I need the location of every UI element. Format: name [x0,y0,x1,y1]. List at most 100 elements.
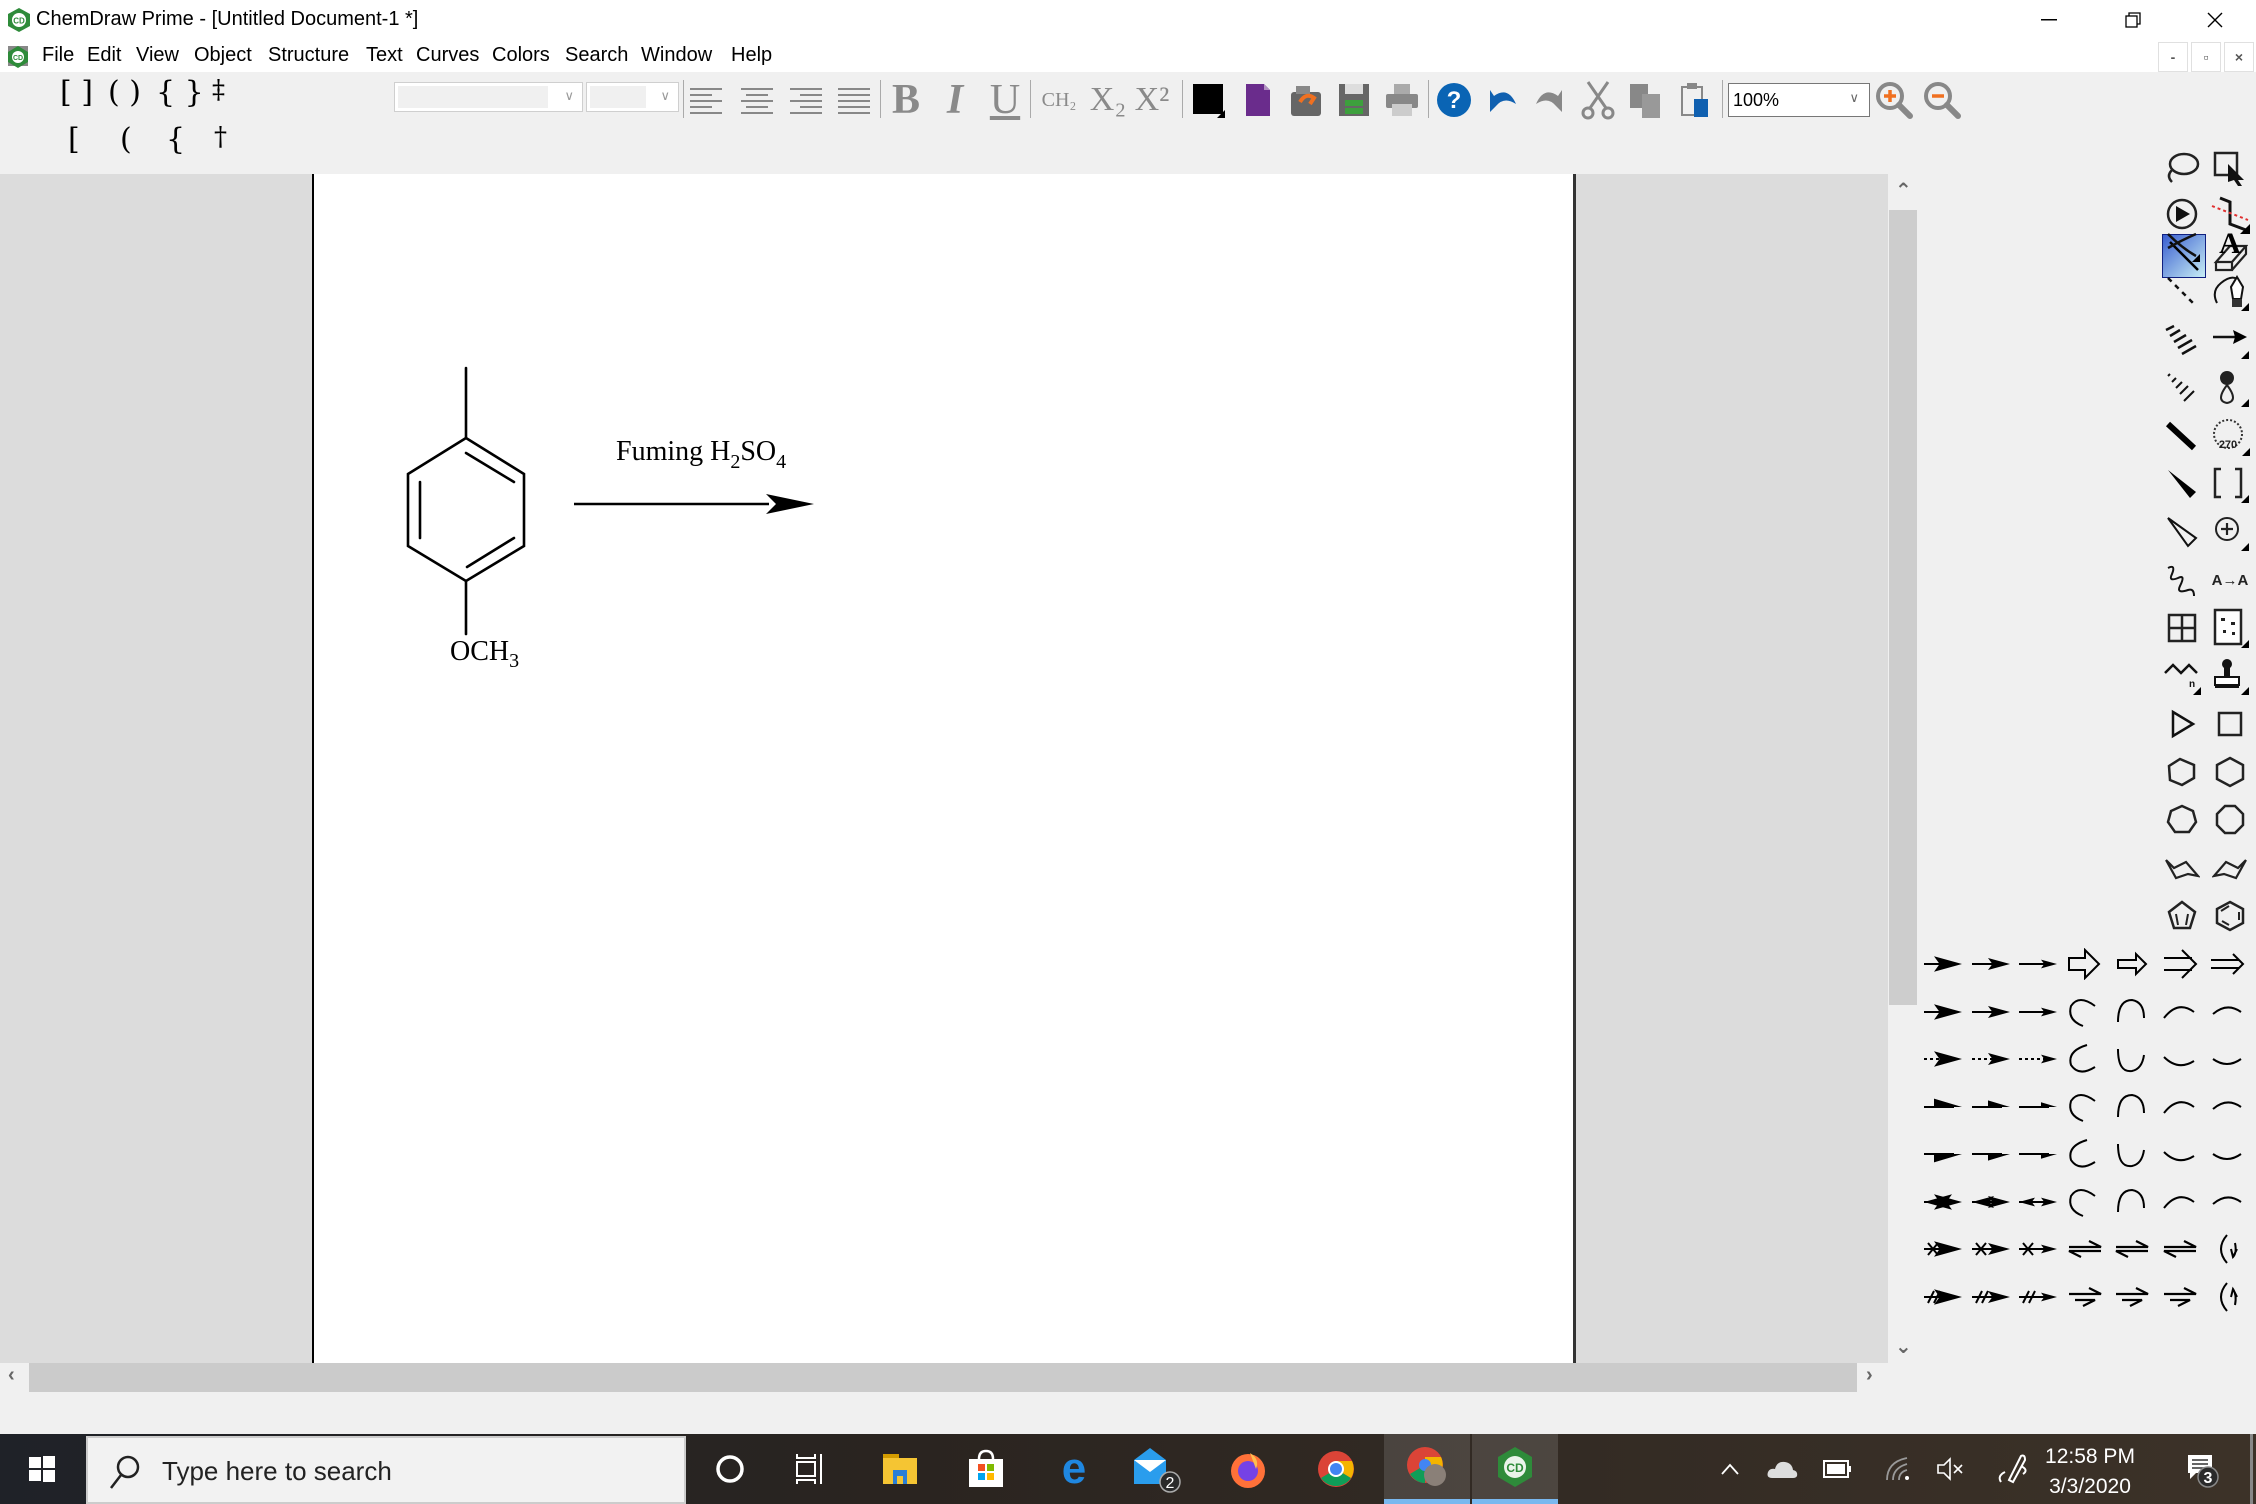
tool-charge[interactable] [2208,510,2252,554]
tool-cyclopentane[interactable] [2160,750,2204,794]
tool-half-arrow-top-large[interactable] [1920,1085,1966,1129]
tool-dashed-arrow-large[interactable] [1920,1037,1966,1081]
tool-cycloheptane[interactable] [2160,798,2204,842]
align-left-button[interactable] [686,80,726,120]
show-desktop-button[interactable] [2250,1434,2253,1504]
menu-object[interactable]: Object [194,44,252,67]
tool-rotation-arrow-ccw[interactable] [2205,1275,2251,1319]
tool-lasso[interactable] [2160,146,2204,190]
tool-arrow-bold-small[interactable] [2015,990,2061,1034]
tool-half-arrow-bottom-medium[interactable] [1968,1132,2014,1176]
formula-button[interactable]: CH₂ [1036,80,1082,120]
square-brackets-button[interactable]: [ ] [60,75,93,110]
tool-unbalanced-equilibrium-medium[interactable] [2110,1275,2156,1319]
tool-curved-arrow-270-ccw[interactable] [2063,1037,2109,1081]
tool-curved-half-120-ccw[interactable] [2158,1132,2204,1176]
single-brace-button[interactable]: { [166,122,185,157]
tool-hashed-bond[interactable] [2160,318,2204,362]
tool-curved-half-90[interactable] [2205,1085,2251,1129]
braces-button[interactable]: { } [156,75,204,110]
tool-equilibrium-medium[interactable] [2110,1227,2156,1271]
italic-button[interactable]: I [935,77,975,123]
tool-curved-arrow-270[interactable] [2063,990,2109,1034]
tool-curved-half-120[interactable] [2158,1085,2204,1129]
help-button[interactable]: ? [1434,80,1474,120]
tool-half-arrow-bottom-small[interactable] [2015,1132,2061,1176]
cut-button[interactable] [1578,80,1618,120]
tool-acyclic-chain[interactable]: n [2160,654,2204,698]
tool-arrow-full-head[interactable] [1920,942,1966,986]
menu-help[interactable]: Help [731,44,772,67]
menu-window[interactable]: Window [641,44,712,67]
tool-wedge-bond[interactable] [2160,462,2204,506]
tool-retro-arrow-medium[interactable] [1968,1275,2014,1319]
menu-file[interactable]: File [42,44,74,67]
subscript-button[interactable]: X₂ [1086,80,1130,120]
taskbar-clock[interactable]: 12:58 PM 3/3/2020 [2040,1442,2140,1502]
align-center-button[interactable] [737,80,777,120]
action-center-button[interactable]: 3 [2172,1434,2232,1504]
horizontal-scroll-thumb[interactable] [29,1363,1857,1392]
tool-retro-arrow-large[interactable] [1920,1275,1966,1319]
menu-view[interactable]: View [136,44,179,67]
tool-curved-half-90-ccw[interactable] [2205,1132,2251,1176]
undo-button[interactable] [1482,80,1522,120]
tool-half-arrow-top-medium[interactable] [1968,1085,2014,1129]
tool-equilibrium-small[interactable] [2158,1227,2204,1271]
reactant-structure[interactable] [406,366,526,636]
single-parenthesis-button[interactable]: ( [120,122,132,157]
taskbar-firefox[interactable] [1208,1434,1288,1504]
cortana-button[interactable] [690,1434,770,1504]
tool-tlc-plate[interactable] [2208,606,2252,650]
battery-tray-button[interactable] [1816,1434,1860,1504]
vertical-scroll-thumb[interactable] [1889,210,1917,1005]
tool-resonance-arrow-medium[interactable] [1968,1180,2014,1224]
tool-chair-right[interactable] [2208,846,2252,890]
zoom-level-dropdown[interactable]: 100% ∨ [1728,83,1870,117]
tool-brackets[interactable] [2208,462,2252,506]
tool-equilibrium-large[interactable] [2063,1227,2109,1271]
tool-pen[interactable] [2208,270,2252,314]
tool-hashed-wedge[interactable] [2160,366,2204,410]
tool-resonance-arrow-small[interactable] [2015,1180,2061,1224]
taskbar-microsoft-store[interactable] [946,1434,1026,1504]
tool-curved-double-90[interactable] [2205,1180,2251,1224]
document-page[interactable]: OCH3 Fuming H2SO4 [312,174,1576,1363]
tool-curved-double-120[interactable] [2158,1180,2204,1224]
tool-triangle[interactable] [2160,702,2204,746]
tool-curved-half-180-ccw[interactable] [2110,1132,2156,1176]
tool-dashed-arrow-small[interactable] [2015,1037,2061,1081]
taskbar-search-box[interactable]: Type here to search [86,1436,686,1504]
text-color-button[interactable] [1188,80,1228,120]
taskbar-mail[interactable]: 2 [1118,1434,1198,1504]
tool-template-stamp[interactable] [2208,654,2252,698]
parentheses-button[interactable]: ( ) [108,75,141,110]
tool-table[interactable] [2160,606,2204,650]
tool-curved-arrow-90-ccw[interactable] [2205,1037,2251,1081]
menu-curves[interactable]: Curves [416,44,479,67]
show-hidden-icons-button[interactable] [1710,1434,1750,1504]
tool-no-go-arrow-small[interactable] [2015,1227,2061,1271]
document-icon[interactable]: CD [6,44,30,68]
menu-text[interactable]: Text [366,44,403,67]
tool-half-arrow-bottom-large[interactable] [1920,1132,1966,1176]
tool-no-go-arrow-large[interactable] [1920,1227,1966,1271]
open-button[interactable] [1286,80,1326,120]
tool-curved-double-270[interactable] [2063,1180,2109,1224]
tool-curved-double-180[interactable] [2110,1180,2156,1224]
minimize-button[interactable] [2014,0,2084,40]
tool-rotation-arrow-cw[interactable] [2205,1227,2251,1271]
menu-edit[interactable]: Edit [87,44,121,67]
tool-hollow-arrow-large[interactable] [2063,942,2109,986]
tool-double-line-arrow[interactable] [2205,942,2251,986]
dagger-button[interactable]: † [214,122,227,152]
font-size-dropdown[interactable]: ∨ [586,82,679,112]
scroll-up-icon[interactable]: ⌃ [1895,178,1912,203]
tool-cyclooctane[interactable] [2208,798,2252,842]
tool-crossed-bond[interactable] [2160,222,2204,266]
underline-button[interactable]: U [985,77,1025,123]
copy-button[interactable] [1626,80,1666,120]
pen-workspace-button[interactable] [1990,1434,2034,1504]
tool-retro-arrow-small[interactable] [2015,1275,2061,1319]
taskbar-file-explorer[interactable] [860,1434,940,1504]
